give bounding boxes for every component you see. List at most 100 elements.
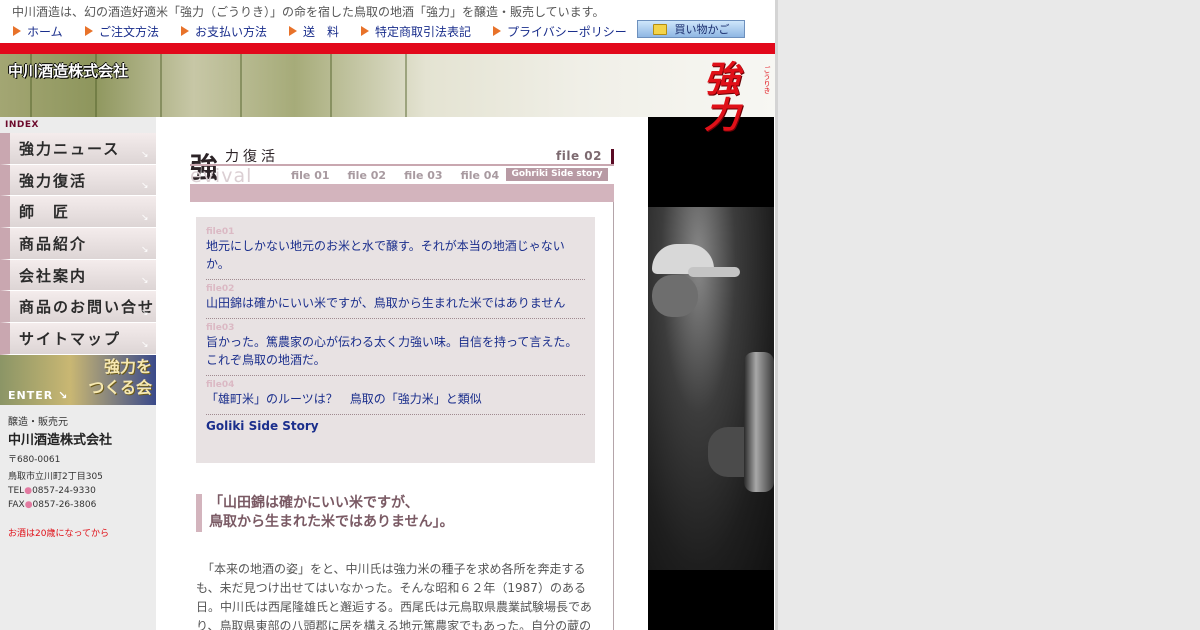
age-notice: お酒は20歳になってから [8,528,110,539]
nav-home[interactable]: ホーム [13,23,63,40]
article-body: 「本来の地酒の姿」をと、中川氏は強力米の種子を求め各所を奔走するも、未だ見つけ出… [196,562,592,630]
company-logo[interactable]: 中川酒造株式会社 [8,60,128,81]
file-link[interactable]: 地元にしかない地元のお米と水で醸す。それが本当の地酒じゃないか。 [206,237,585,273]
tel-label: TEL [8,485,25,496]
sidebar-item-master[interactable]: 師 匠 ↘ [0,196,156,229]
triangle-icon [493,26,501,36]
page: 中川酒造は、幻の酒造好適米「強力（ごうりき）」の命を宿した鳥取の地酒「強力」を醸… [0,0,775,630]
fax-number: 0857-26-3806 [32,499,97,510]
list-item: file02 山田錦は確かにいい米ですが、鳥取から生まれた米ではありません [206,284,585,319]
association-banner-title: 強力を つくる会 [88,356,152,398]
nav-privacy-policy[interactable]: プライバシーポリシー [493,23,627,40]
dot-icon: ● [24,485,33,496]
nav-payment[interactable]: お支払い方法 [181,23,267,40]
association-banner-title-line1: 強力を [103,356,152,376]
arrow-icon: ↘ [141,149,149,160]
sidebar-item-label: サイトマップ [19,329,122,348]
file-number: file03 [206,323,235,333]
current-file-label: file 02 [556,149,602,163]
arrow-icon: ↘ [141,213,149,224]
company-postal: 〒680-0061 [8,454,61,465]
arrow-icon: ↘ [141,181,149,192]
tab-side-story[interactable]: Gohriki Side story [506,168,608,181]
farmer-photo [648,117,774,630]
tab-file-03[interactable]: file 03 [404,169,443,182]
tel-number: 0857-24-9330 [32,485,96,496]
cart-button-label: 買い物かご [674,23,730,36]
triangle-icon [361,26,369,36]
sidebar-item-label: 会社案内 [19,266,88,285]
nav-shipping-label: 送 料 [303,24,340,39]
enter-label: ENTER ↘ [8,389,68,402]
sidebar-item-label: 商品紹介 [19,234,88,253]
heading-rule [190,164,614,166]
file-link[interactable]: 旨かった。篤農家の心が伝わる太く力強い味。自信を持って言えた。これぞ鳥取の地酒だ… [206,333,585,369]
triangle-icon [85,26,93,36]
sidebar-item-contact[interactable]: 商品のお問い合せ ↘ [0,291,156,324]
rice-stalk-decoration [240,54,242,117]
sidebar-item-company[interactable]: 会社案内 ↘ [0,259,156,292]
nav-commercial-law[interactable]: 特定商取引法表記 [361,23,471,40]
arrow-icon: ↘ [141,308,149,319]
association-enter-banner[interactable]: 強力を つくる会 ENTER ↘ [0,354,156,405]
file-link[interactable]: 「雄町米」のルーツは？ 鳥取の「強力米」と類似 [206,390,585,408]
sidebar-item-label: 強力復活 [19,171,88,190]
rice-stalk-decoration [405,54,407,117]
tab-file-04[interactable]: file 04 [461,169,500,182]
heading-pink-bar [190,184,614,202]
arrow-icon: ↘ [141,276,149,287]
company-fax: FAX●0857-26-3806 [8,500,148,510]
company-name: 中川酒造株式会社 [8,432,113,448]
pull-quote-line1: 「山田錦は確かにいい米ですが、 [209,495,419,511]
header-banner: 中川酒造株式会社 [0,54,775,117]
rice-stalk-decoration [160,54,162,117]
sidebar-item-label: 師 匠 [19,203,71,222]
sidebar-item-news[interactable]: 強力ニュース ↘ [0,133,156,165]
file-number: file01 [206,227,235,237]
sidebar-index-label: INDEX [5,120,39,130]
association-banner-title-line2: つくる会 [88,377,152,397]
cart-button[interactable]: 買い物かご [637,20,745,38]
enter-text: ENTER [8,388,54,402]
nav-order-method[interactable]: ご注文方法 [85,23,159,40]
company-role: 醸造・販売元 [8,416,68,428]
pull-quote-line2: 鳥取から生まれた米ではありません」。 [209,514,454,530]
list-item: file01 地元にしかない地元のお米と水で醸す。それが本当の地酒じゃないか。 [206,227,585,280]
file-number: file02 [206,284,235,294]
brand-logo-ruby: ごうりき [763,66,771,94]
triangle-icon [181,26,189,36]
side-story-link[interactable]: Goliki Side Story [206,419,585,433]
header-red-bar [0,43,775,54]
top-navigation: ホーム ご注文方法 お支払い方法 送 料 特定商取引法表記 プライバシーポリシー… [0,20,775,42]
shopping-basket-icon [652,23,667,35]
nav-home-label: ホーム [27,24,63,39]
sidebar-item-revival[interactable]: 強力復活 ↘ [0,164,156,197]
photo-bottle-shape [744,352,774,492]
file-tabs: file 01 file 02 file 03 file 04 [291,169,517,182]
sidebar-item-label: 強力ニュース [19,139,121,158]
company-info: 醸造・販売元 中川酒造株式会社 〒680-0061 鳥取市立川町2丁目305 T… [0,405,156,547]
nav-privacy-policy-label: プライバシーポリシー [507,24,627,39]
heading-accent-bar [611,149,614,164]
tab-file-01[interactable]: file 01 [291,169,330,182]
arrow-icon: ↘ [141,244,149,255]
nav-shipping[interactable]: 送 料 [289,23,339,40]
brand-logo-text: 強力 [698,60,740,132]
dot-icon: ● [24,499,33,510]
sidebar-item-sitemap[interactable]: サイトマップ ↘ [0,323,156,355]
file-list: file01 地元にしかない地元のお米と水で醸す。それが本当の地酒じゃないか。 … [196,217,595,463]
pull-quote: 「山田錦は確かにいい米ですが、 鳥取から生まれた米ではありません」。 [196,494,606,532]
main-content: 強 力復活 file 02 evival file 01 file 02 fil… [156,117,648,630]
file-link[interactable]: 山田錦は確かにいい米ですが、鳥取から生まれた米ではありません [206,294,585,312]
sidebar-item-products[interactable]: 商品紹介 ↘ [0,228,156,260]
tab-file-02[interactable]: file 02 [348,169,387,182]
sidebar-item-label: 商品のお問い合せ [19,298,156,317]
photo-face-shape [652,275,698,317]
sidebar: INDEX 強力ニュース ↘ 強力復活 ↘ 師 匠 ↘ 商品紹介 ↘ 会社案内 … [0,117,156,630]
heading-title: 力復活 [225,149,279,165]
photo-cap-brim-shape [688,267,740,277]
nav-payment-label: お支払い方法 [195,24,268,39]
site-tagline: 中川酒造は、幻の酒造好適米「強力（ごうりき）」の命を宿した鳥取の地酒「強力」を醸… [12,5,605,19]
rice-stalk-decoration [330,54,332,117]
file-number: file04 [206,380,235,390]
